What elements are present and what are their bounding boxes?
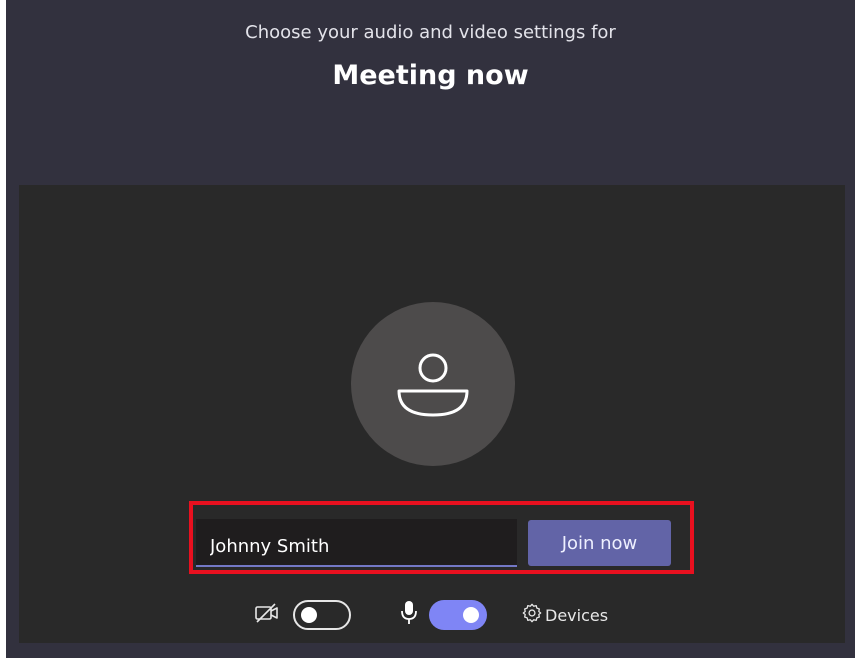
person-icon [397, 353, 469, 417]
camera-off-icon[interactable] [254, 601, 280, 629]
join-now-button[interactable]: Join now [528, 520, 671, 566]
meeting-title: Meeting now [332, 60, 529, 91]
mic-toggle-knob [463, 607, 479, 623]
prejoin-window: Choose your audio and video settings for… [6, 0, 855, 658]
header-subtitle: Choose your audio and video settings for [245, 22, 616, 43]
camera-toggle[interactable] [293, 600, 351, 630]
name-input[interactable] [196, 519, 517, 567]
device-controls: Devices [19, 595, 845, 635]
video-preview: Join now [19, 185, 845, 643]
camera-toggle-knob [301, 607, 317, 623]
gear-icon[interactable] [521, 602, 543, 628]
mic-toggle[interactable] [429, 600, 487, 630]
devices-button[interactable]: Devices [545, 606, 608, 625]
avatar [351, 302, 515, 466]
microphone-icon[interactable] [399, 599, 419, 631]
